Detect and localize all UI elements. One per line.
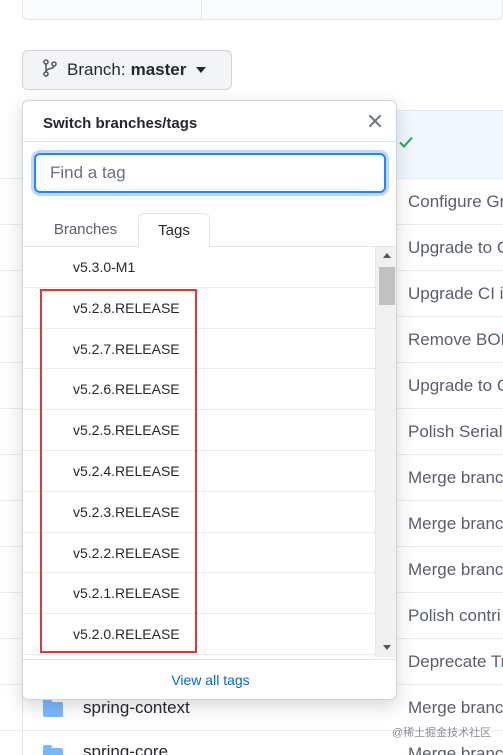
folder-icon xyxy=(43,699,63,717)
commit-message[interactable]: Upgrade CI i xyxy=(408,284,503,304)
dropdown-title: Switch branches/tags xyxy=(43,115,198,132)
commit-message[interactable]: Deprecate Tr xyxy=(408,652,503,672)
tab-bar: Branches Tags xyxy=(23,213,396,248)
file-name[interactable]: spring-core xyxy=(83,742,168,755)
file-name[interactable]: spring-context xyxy=(83,698,190,718)
commit-message[interactable]: Remove BOM xyxy=(408,330,503,350)
divider xyxy=(201,0,202,20)
scrollbar-thumb[interactable] xyxy=(379,267,395,305)
tag-search-input[interactable] xyxy=(34,153,386,193)
divider xyxy=(23,141,396,142)
close-icon[interactable] xyxy=(367,113,383,129)
commit-message[interactable]: Merge branc xyxy=(408,560,503,580)
folder-icon xyxy=(43,745,63,755)
commit-message[interactable]: Configure Gr xyxy=(408,192,503,212)
commit-message[interactable]: Upgrade to C xyxy=(408,376,503,396)
branch-select-button[interactable]: Branch: master xyxy=(22,50,232,90)
commit-message[interactable]: Merge branc xyxy=(408,514,503,534)
commit-message[interactable]: Merge branc xyxy=(408,744,503,755)
tab-tags[interactable]: Tags xyxy=(138,213,210,248)
caret-down-icon xyxy=(196,67,207,73)
scrollbar[interactable] xyxy=(375,247,396,657)
tag-item[interactable]: v5.3.0-M1 xyxy=(23,247,375,288)
scroll-up-icon[interactable] xyxy=(383,253,391,258)
commit-message[interactable]: Polish Seriali xyxy=(408,422,503,442)
commit-message[interactable]: Merge branc xyxy=(408,468,503,488)
tab-branches[interactable]: Branches xyxy=(43,213,128,247)
view-all-tags-link[interactable]: View all tags xyxy=(23,659,396,699)
highlight-annotation xyxy=(40,289,197,653)
scroll-down-icon[interactable] xyxy=(383,645,391,650)
commit-message[interactable]: Upgrade to C xyxy=(408,238,503,258)
branch-name: master xyxy=(130,60,187,79)
watermark: @稀土掘金技术社区 xyxy=(392,727,492,739)
top-nav-remnant xyxy=(22,0,503,20)
branch-label: Branch: xyxy=(67,60,126,79)
check-icon xyxy=(399,136,413,148)
commit-message[interactable]: Polish contri xyxy=(408,606,501,626)
commit-message[interactable]: Merge branc xyxy=(408,698,503,718)
git-branch-icon xyxy=(43,58,57,82)
